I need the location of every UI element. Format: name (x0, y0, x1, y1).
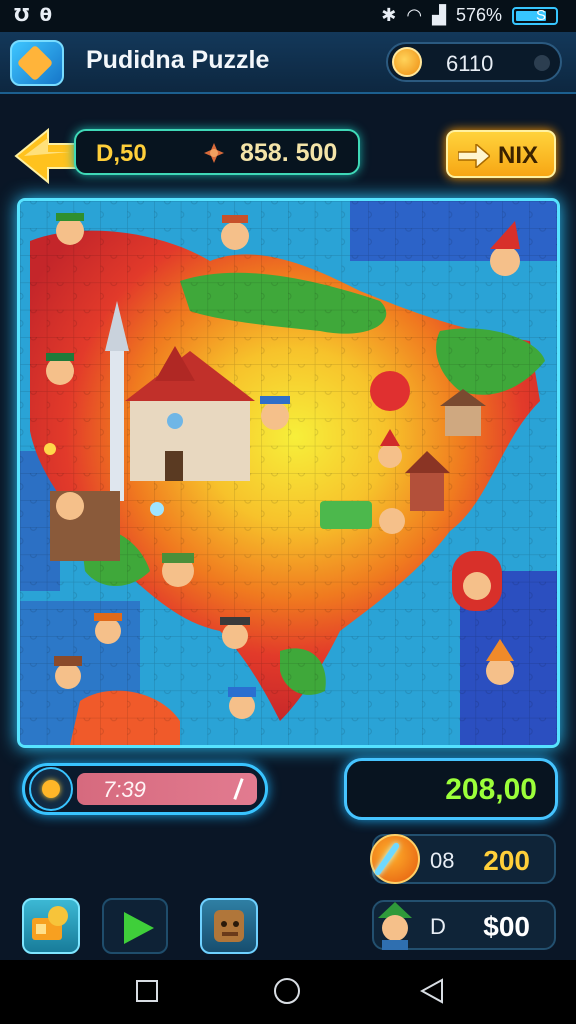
puzzle-map-image (20, 201, 557, 745)
coin-value: 6110 (446, 51, 494, 76)
timer-value: 7:39 (103, 777, 146, 802)
app-header: Pudidna Puzzle 6110 (0, 32, 576, 94)
elf-character-icon (378, 902, 412, 950)
character-tool-button[interactable] (200, 898, 258, 954)
timer-bar: 7:39 (22, 763, 268, 815)
camera-icon (32, 906, 68, 940)
coin-balance[interactable]: 6110 (386, 42, 562, 82)
camera-tool-button[interactable] (22, 898, 80, 954)
status-bar: Ʊ θ ✱ ◠ ▟ 576% S (0, 0, 576, 32)
cash-counter[interactable]: D $00 (372, 900, 556, 950)
score-right-value: 858. 500 (240, 139, 338, 167)
score-bar: D,50 858. 500 (74, 129, 360, 175)
home-icon[interactable] (274, 978, 300, 1004)
sun-timer-icon (29, 767, 73, 811)
nix-button[interactable]: NIX (446, 130, 556, 178)
points-display: 208,00 (344, 758, 558, 820)
status-left-icons: Ʊ θ (14, 5, 54, 26)
bonus-label: 08 (430, 848, 455, 873)
bonus-value: 200 (483, 845, 530, 876)
character-face-icon (214, 910, 244, 942)
page-title: Pudidna Puzzle (86, 46, 270, 74)
app-logo-icon[interactable] (10, 40, 64, 86)
back-arrow-icon[interactable] (14, 126, 78, 184)
signal-icon: ▟ (432, 5, 446, 25)
play-button[interactable] (102, 898, 168, 954)
arrow-right-icon (458, 144, 490, 168)
bluetooth-icon: ✱ (381, 5, 397, 25)
battery-icon: S (512, 6, 558, 25)
battery-level: 576% (455, 5, 502, 25)
cash-value: $00 (483, 911, 530, 942)
battery-suffix: S (536, 6, 547, 24)
cash-label: D (430, 914, 446, 939)
puzzle-board[interactable] (17, 198, 560, 748)
status-right: ✱ ◠ ▟ 576% S (381, 5, 558, 26)
recent-apps-icon[interactable] (136, 980, 158, 1002)
lightning-bonus-icon (370, 834, 420, 884)
back-icon[interactable] (420, 978, 444, 1004)
play-icon (124, 912, 154, 944)
points-value: 208,00 (445, 773, 537, 806)
score-left-value: D,50 (96, 140, 147, 167)
wifi-icon: ◠ (406, 5, 423, 25)
coin-menu-icon[interactable] (534, 55, 550, 71)
nix-button-label: NIX (498, 142, 539, 169)
spiky-gem-icon (204, 143, 224, 163)
bonus-counter[interactable]: 08 200 (370, 834, 556, 884)
coin-icon (392, 47, 422, 77)
